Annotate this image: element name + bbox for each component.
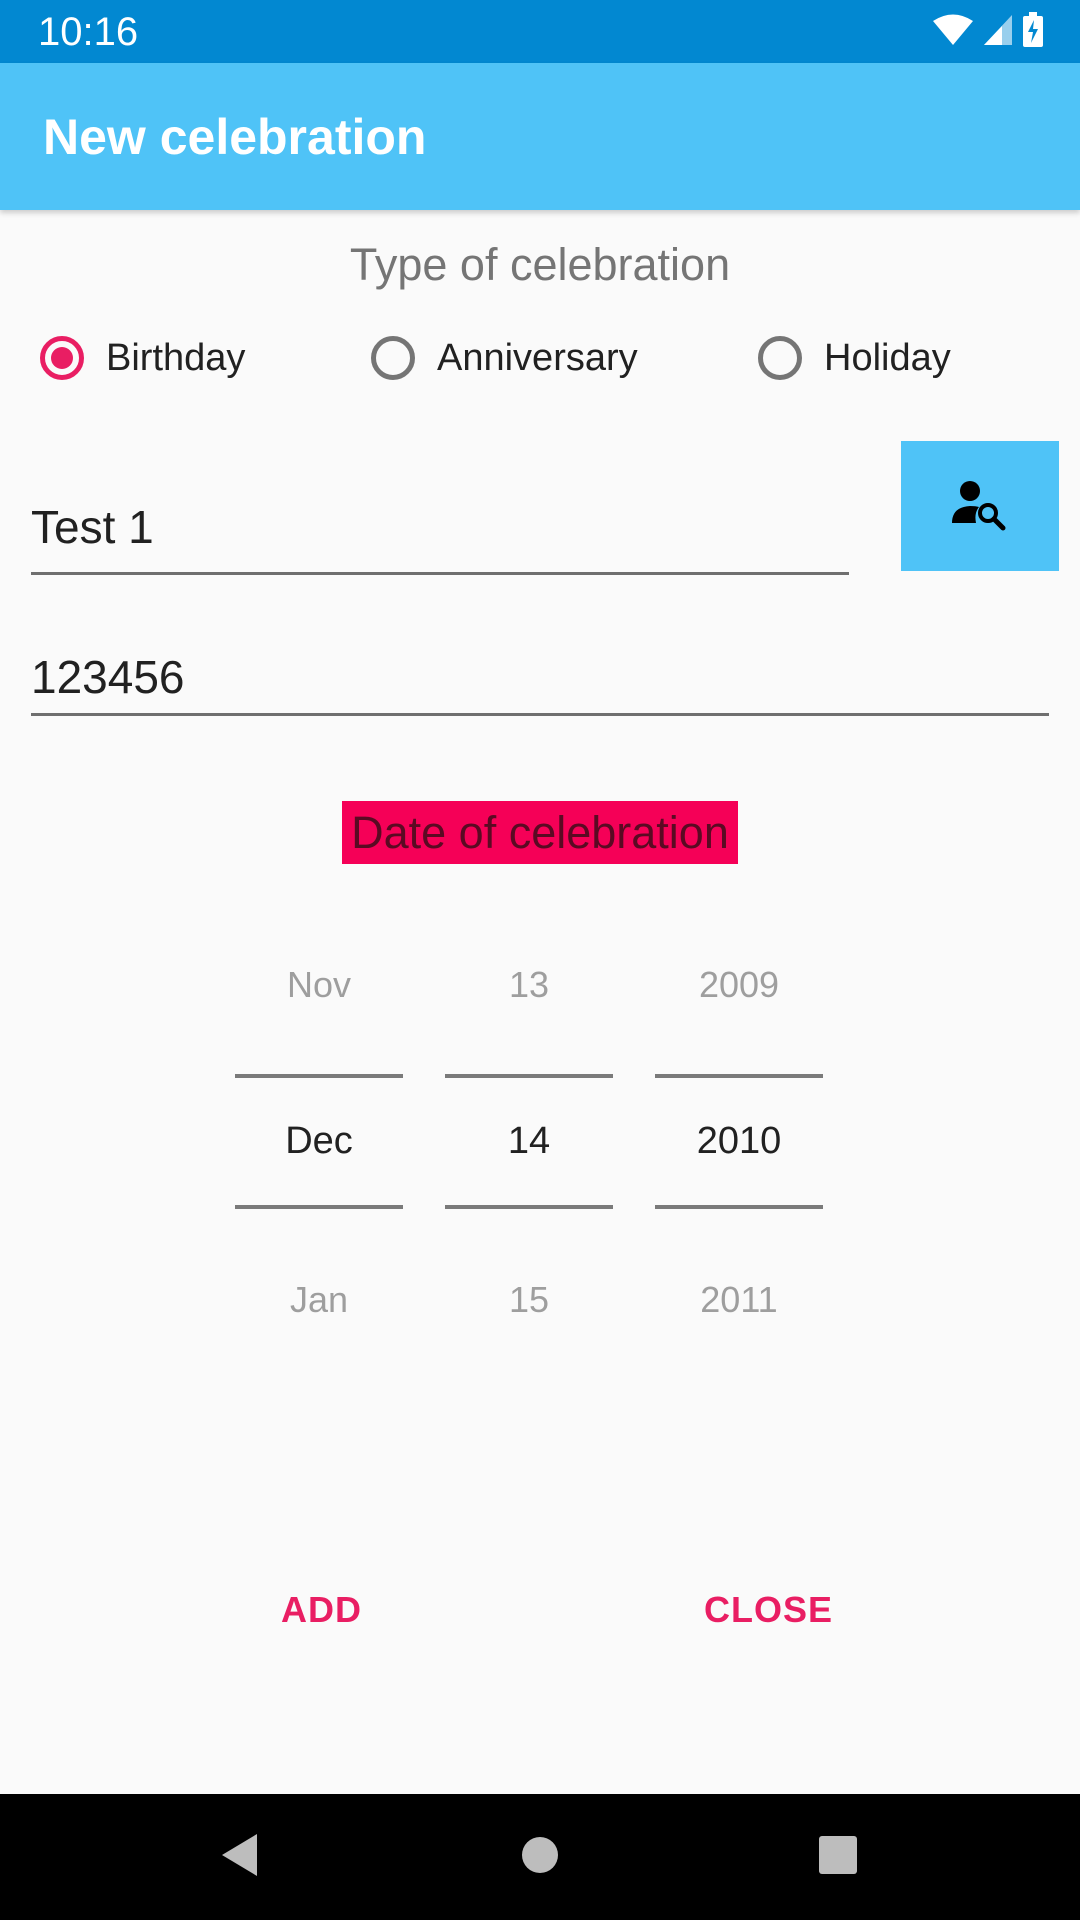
page-title: New celebration xyxy=(43,109,427,165)
radio-holiday[interactable]: Holiday xyxy=(758,330,951,386)
radio-anniversary[interactable]: Anniversary xyxy=(371,330,638,386)
status-icons xyxy=(932,11,1044,53)
picker-divider xyxy=(445,1074,613,1078)
picker-divider xyxy=(655,1205,823,1209)
add-button[interactable]: ADD xyxy=(265,1580,378,1640)
day-next[interactable]: 15 xyxy=(445,1279,613,1321)
number-field[interactable] xyxy=(31,650,1049,716)
picker-divider xyxy=(235,1205,403,1209)
close-button[interactable]: CLOSE xyxy=(688,1580,849,1640)
date-of-celebration-label: Date of celebration xyxy=(342,801,738,864)
month-prev[interactable]: Nov xyxy=(235,964,403,1006)
month-next[interactable]: Jan xyxy=(235,1279,403,1321)
signal-icon xyxy=(982,13,1014,52)
name-field[interactable] xyxy=(31,492,849,575)
radio-unchecked-icon xyxy=(758,336,802,380)
navigation-bar xyxy=(0,1794,1080,1920)
year-picker[interactable]: 2009 2010 2011 xyxy=(655,940,823,1340)
contact-search-button[interactable] xyxy=(901,441,1059,571)
month-current[interactable]: Dec xyxy=(235,1120,403,1163)
radio-unchecked-icon xyxy=(371,336,415,380)
type-of-celebration-label: Type of celebration xyxy=(349,239,731,290)
home-button[interactable] xyxy=(477,1794,603,1920)
recents-button[interactable] xyxy=(775,1794,901,1920)
year-next[interactable]: 2011 xyxy=(655,1279,823,1321)
day-current[interactable]: 14 xyxy=(445,1120,613,1163)
radio-label: Birthday xyxy=(106,336,246,379)
recents-icon xyxy=(818,1835,858,1880)
day-prev[interactable]: 13 xyxy=(445,964,613,1006)
app-bar: New celebration xyxy=(0,63,1080,210)
home-icon xyxy=(520,1835,560,1880)
back-icon xyxy=(219,1832,261,1883)
back-button[interactable] xyxy=(177,1794,303,1920)
picker-divider xyxy=(655,1074,823,1078)
picker-divider xyxy=(445,1205,613,1209)
radio-checked-icon xyxy=(40,336,84,380)
radio-label: Anniversary xyxy=(437,336,638,379)
picker-divider xyxy=(235,1074,403,1078)
month-picker[interactable]: Nov Dec Jan xyxy=(235,940,403,1340)
wifi-icon xyxy=(932,14,974,51)
year-current[interactable]: 2010 xyxy=(655,1120,823,1163)
day-picker[interactable]: 13 14 15 xyxy=(445,940,613,1340)
radio-label: Holiday xyxy=(824,336,951,379)
year-prev[interactable]: 2009 xyxy=(655,964,823,1006)
status-time: 10:16 xyxy=(38,10,139,54)
radio-birthday[interactable]: Birthday xyxy=(40,330,245,386)
battery-charging-icon xyxy=(1022,11,1044,53)
contact-search-icon xyxy=(952,479,1008,534)
status-bar: 10:16 xyxy=(0,0,1080,63)
